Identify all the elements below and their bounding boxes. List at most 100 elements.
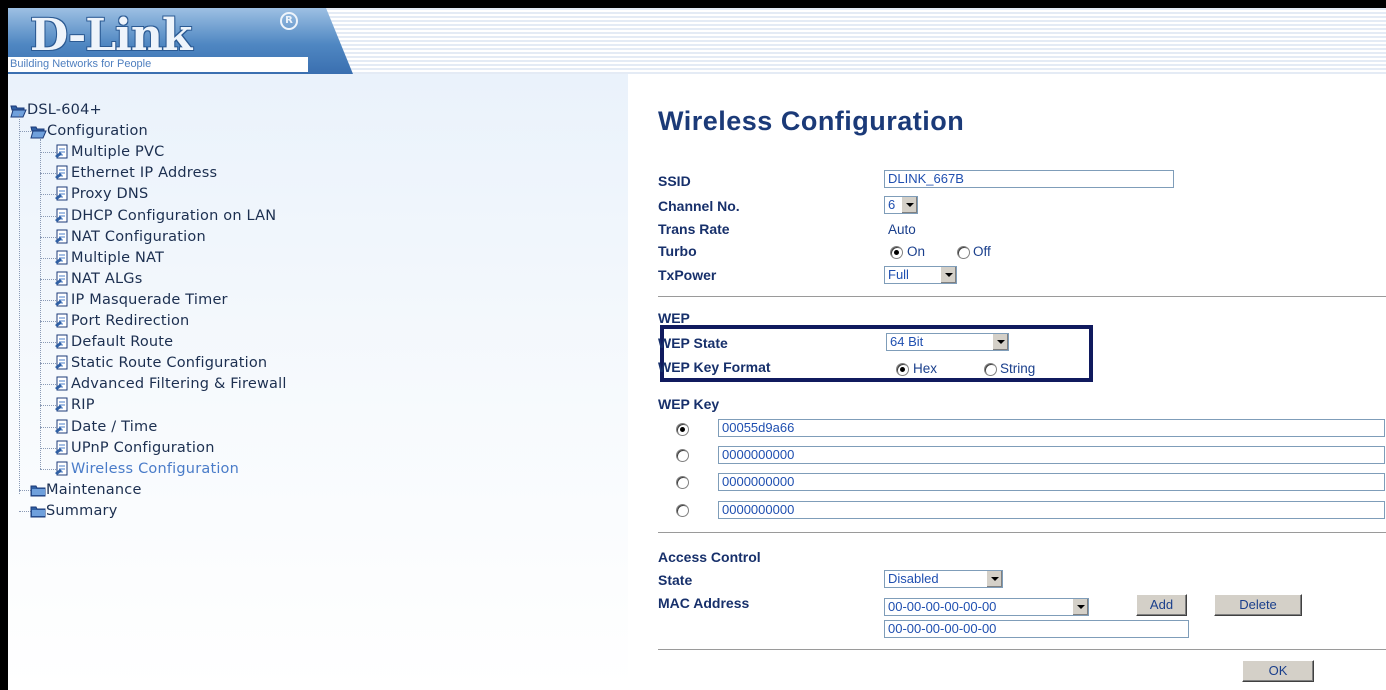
- sidebar-item-ip-masquerade-timer[interactable]: IP Masquerade Timer: [54, 290, 228, 311]
- open-folder-icon: [30, 125, 47, 139]
- sidebar-item-port-redirection[interactable]: Port Redirection: [54, 311, 189, 332]
- ssid-label: SSID: [658, 173, 691, 189]
- wep-key-1-radio[interactable]: [676, 423, 689, 436]
- sidebar-item-multiple-pvc[interactable]: Multiple PVC: [54, 142, 164, 163]
- chevron-down-icon[interactable]: [940, 267, 956, 283]
- wep-state-select[interactable]: 64 Bit: [886, 333, 1009, 351]
- txpower-label: TxPower: [658, 267, 717, 283]
- wep-format-string-radio[interactable]: [984, 363, 997, 376]
- tree-item-label: Date / Time: [71, 418, 158, 435]
- channel-label: Channel No.: [658, 198, 740, 214]
- wep-format-string-label: String: [1000, 361, 1036, 376]
- sidebar-item-date-time[interactable]: Date / Time: [54, 417, 157, 438]
- sidebar-item-multiple-nat[interactable]: Multiple NAT: [54, 248, 164, 269]
- add-button[interactable]: Add: [1136, 594, 1187, 616]
- wep-key-2-radio[interactable]: [676, 449, 689, 462]
- tagline: Building Networks for People: [10, 58, 152, 70]
- config-page-icon: [54, 186, 71, 203]
- sidebar-item-nat-algs[interactable]: NAT ALGs: [54, 269, 143, 290]
- sidebar-item-dhcp-configuration-on-lan[interactable]: DHCP Configuration on LAN: [54, 206, 276, 227]
- config-page-icon: [54, 376, 71, 393]
- wep-key-4-radio[interactable]: [676, 504, 689, 517]
- access-control-label: Access Control: [658, 549, 761, 565]
- channel-select-value: 6: [888, 197, 896, 212]
- wep-key-1-input[interactable]: 00055d9a66: [718, 419, 1385, 437]
- access-state-select-value: Disabled: [888, 571, 939, 586]
- ok-button[interactable]: OK: [1242, 660, 1314, 682]
- turbo-off-radio[interactable]: [957, 246, 970, 259]
- chevron-down-icon[interactable]: [986, 571, 1002, 587]
- tree-folder-summary[interactable]: Summary: [30, 501, 117, 522]
- sidebar-item-wireless-configuration[interactable]: Wireless Configuration: [54, 459, 239, 480]
- channel-select[interactable]: 6: [884, 196, 918, 214]
- wep-key-format-label: WEP Key Format: [658, 359, 771, 375]
- tree-item-label: Multiple PVC: [71, 144, 165, 161]
- chevron-down-icon[interactable]: [992, 334, 1008, 350]
- wep-key-3-radio[interactable]: [676, 476, 689, 489]
- tree-item-label: UPnP Configuration: [71, 439, 215, 456]
- mac-address-input[interactable]: 00-00-00-00-00-00: [884, 620, 1189, 638]
- tree-item-label: Multiple NAT: [71, 249, 165, 266]
- tagline-bar: Building Networks for People: [8, 57, 308, 72]
- mac-address-select[interactable]: 00-00-00-00-00-00: [884, 598, 1089, 616]
- main-content: Wireless Configuration SSID DLINK_667B C…: [628, 74, 1386, 690]
- sidebar-item-nat-configuration[interactable]: NAT Configuration: [54, 227, 206, 248]
- tree-folder-maintenance[interactable]: Maintenance: [30, 480, 142, 501]
- wep-state-label: WEP State: [658, 335, 728, 351]
- turbo-off-label: Off: [973, 244, 991, 259]
- sidebar-item-ethernet-ip-address[interactable]: Ethernet IP Address: [54, 163, 217, 184]
- dlink-logo: D-Link: [30, 10, 192, 61]
- config-page-icon: [54, 144, 71, 161]
- access-state-select[interactable]: Disabled: [884, 570, 1003, 588]
- turbo-on-label: On: [907, 244, 926, 259]
- config-page-icon: [54, 229, 71, 246]
- wep-key-3-input[interactable]: 0000000000: [718, 473, 1385, 491]
- sidebar-item-rip[interactable]: RIP: [54, 395, 95, 416]
- tree-item-label: Proxy DNS: [71, 186, 149, 203]
- chevron-down-icon[interactable]: [1072, 599, 1088, 615]
- divider: [658, 296, 1386, 298]
- tree-connector: [40, 139, 41, 469]
- tree-item-label: Default Route: [71, 334, 174, 351]
- wep-format-hex-radio[interactable]: [896, 363, 909, 376]
- turbo-label: Turbo: [658, 243, 697, 259]
- browser-frame: D-Link R Building Networks for People DS…: [8, 8, 1386, 690]
- wep-key-4-input[interactable]: 0000000000: [718, 501, 1385, 519]
- tree-item-label: RIP: [71, 397, 95, 414]
- tree-root[interactable]: DSL-604+: [10, 100, 102, 121]
- tree-item-label: Summary: [46, 502, 118, 519]
- registered-mark-icon: R: [280, 12, 298, 30]
- tree-item-label: DSL-604+: [27, 102, 102, 118]
- sidebar-item-static-route-configuration[interactable]: Static Route Configuration: [54, 353, 267, 374]
- chevron-down-icon[interactable]: [901, 197, 917, 213]
- config-page-icon: [54, 271, 71, 288]
- txpower-select[interactable]: Full: [884, 266, 957, 284]
- divider: [658, 532, 1386, 534]
- sidebar-tree: DSL-604+ Configuration Multiple PVC Etherne…: [8, 74, 628, 690]
- wep-key-2-input[interactable]: 0000000000: [718, 446, 1385, 464]
- config-page-icon: [54, 334, 71, 351]
- config-page-icon: [54, 208, 71, 225]
- delete-button[interactable]: Delete: [1214, 594, 1302, 616]
- tree-folder-configuration[interactable]: Configuration: [30, 121, 148, 142]
- tree-item-label: Ethernet IP Address: [71, 165, 218, 182]
- txpower-select-value: Full: [888, 267, 909, 282]
- sidebar-item-default-route[interactable]: Default Route: [54, 332, 173, 353]
- tree-item-label: NAT Configuration: [71, 228, 206, 245]
- tree-item-label: NAT ALGs: [71, 270, 143, 287]
- config-page-icon: [54, 165, 71, 182]
- sidebar-item-upnp-configuration[interactable]: UPnP Configuration: [54, 438, 215, 459]
- config-page-icon: [54, 292, 71, 309]
- trans-rate-value: Auto: [888, 222, 916, 237]
- tree-connector: [19, 114, 20, 494]
- tree-item-label: DHCP Configuration on LAN: [71, 207, 277, 224]
- turbo-on-radio[interactable]: [890, 246, 903, 259]
- wep-format-hex-label: Hex: [913, 361, 938, 376]
- folder-icon: [30, 505, 46, 518]
- sidebar-item-proxy-dns[interactable]: Proxy DNS: [54, 184, 148, 205]
- mac-address-select-value: 00-00-00-00-00-00: [888, 599, 997, 614]
- ssid-input[interactable]: DLINK_667B: [884, 170, 1174, 188]
- wep-key-label: WEP Key: [658, 396, 720, 412]
- sidebar-item-advanced-filtering-firewall[interactable]: Advanced Filtering & Firewall: [54, 374, 287, 395]
- tree-item-label: Static Route Configuration: [71, 355, 268, 372]
